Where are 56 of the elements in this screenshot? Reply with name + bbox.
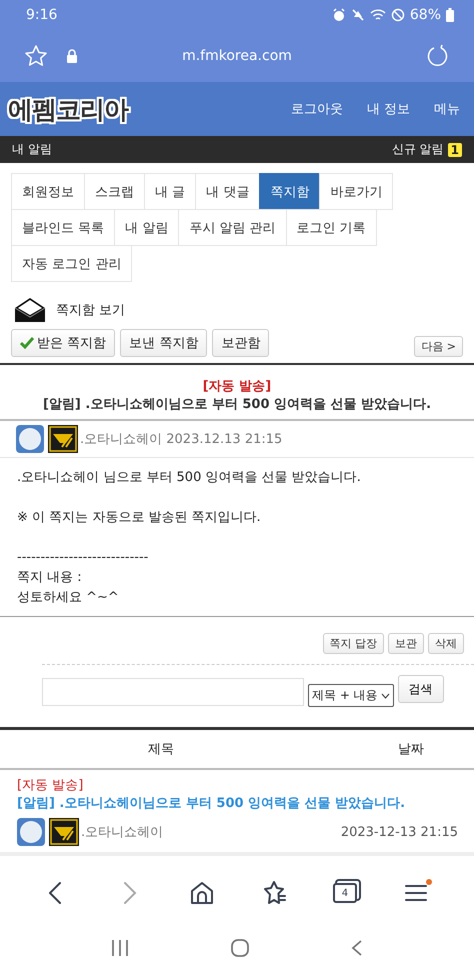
nav-link[interactable]: 로그아웃 [290,100,343,118]
reload-icon[interactable] [426,44,450,68]
level-badge-icon [49,818,79,846]
message-subject: [알림] .오타니쇼헤이님으로 부터 500 잉여력을 선물 받았습니다. [42,396,432,413]
menu-tab[interactable]: 바로가기 [319,173,394,210]
action-button[interactable]: 쪽지 답장 [322,633,384,654]
author-and-date: .오타니쇼헤이 2023.12.13 21:15 [80,431,282,448]
wifi-icon [370,8,386,22]
column-header: 제목 [148,741,174,758]
auto-send-tag: [자동 발송] [17,776,458,794]
star-icon[interactable] [24,44,48,68]
menu-tab[interactable]: 로그인 기록 [286,209,377,246]
nav-link[interactable]: 메뉴 [434,100,460,118]
mailbox-title: 쪽지함 보기 [56,302,126,319]
menu-tab[interactable]: 쪽지함 [259,173,320,210]
message-date: 2023-12-13 21:15 [340,824,458,840]
message-text: ---------------------------- [17,549,150,567]
home-button-icon[interactable] [230,938,250,958]
author-name: .오타니쇼헤이 [81,824,164,841]
action-button[interactable]: 보관 [388,633,424,654]
alarm-icon [332,8,346,22]
avatar-icon [16,425,44,453]
action-button[interactable]: 삭제 [428,633,464,654]
search-scope-dropdown[interactable]: 제목 + 내용 [308,684,394,707]
chevron-down-icon [380,692,390,698]
message-text: ※ 이 쪽지는 자동으로 발송된 쪽지입니다. [17,509,262,527]
battery-percentage: 68% [410,7,441,23]
status-time: 9:16 [26,7,58,23]
auto-send-tag: [자동 발송] [4,377,470,395]
mute-icon [350,8,365,22]
section-title: 내 알림 [12,141,52,158]
battery-icon [446,8,454,22]
folder-button[interactable]: 보낸 쪽지함 [120,329,208,357]
search-button[interactable]: 검색 [398,675,444,703]
check-icon [20,337,34,349]
lock-icon [66,49,78,63]
next-button[interactable]: 다음 > [414,336,463,357]
recent-apps-icon[interactable] [110,939,130,957]
blocked-icon [390,8,405,22]
search-field[interactable] [42,678,304,706]
message-text: .오타니쇼헤이 님으로 부터 500 잉여력을 선물 받았습니다. [17,469,362,487]
folder-button[interactable]: 보관함 [212,329,270,357]
level-badge-icon [48,425,78,453]
envelope-icon [14,297,46,323]
avatar-icon [17,818,45,846]
message-text: 성토하세요 ^~^ [17,589,120,607]
column-header: 날짜 [398,741,424,758]
menu-tab[interactable]: 자동 로그인 관리 [11,245,132,282]
folder-button[interactable]: 받은 쪽지함 [11,329,116,357]
menu-tab[interactable]: 회원정보 [11,173,85,210]
alert-count-badge: 1 [448,142,462,156]
nav-link[interactable]: 내 정보 [366,100,410,118]
menu-tab[interactable]: 푸시 알림 관리 [178,209,287,246]
back-button-icon[interactable] [350,939,364,957]
message-text: 쪽지 내용 : [17,569,83,587]
new-alerts-label[interactable]: 신규 알림 [392,141,444,158]
